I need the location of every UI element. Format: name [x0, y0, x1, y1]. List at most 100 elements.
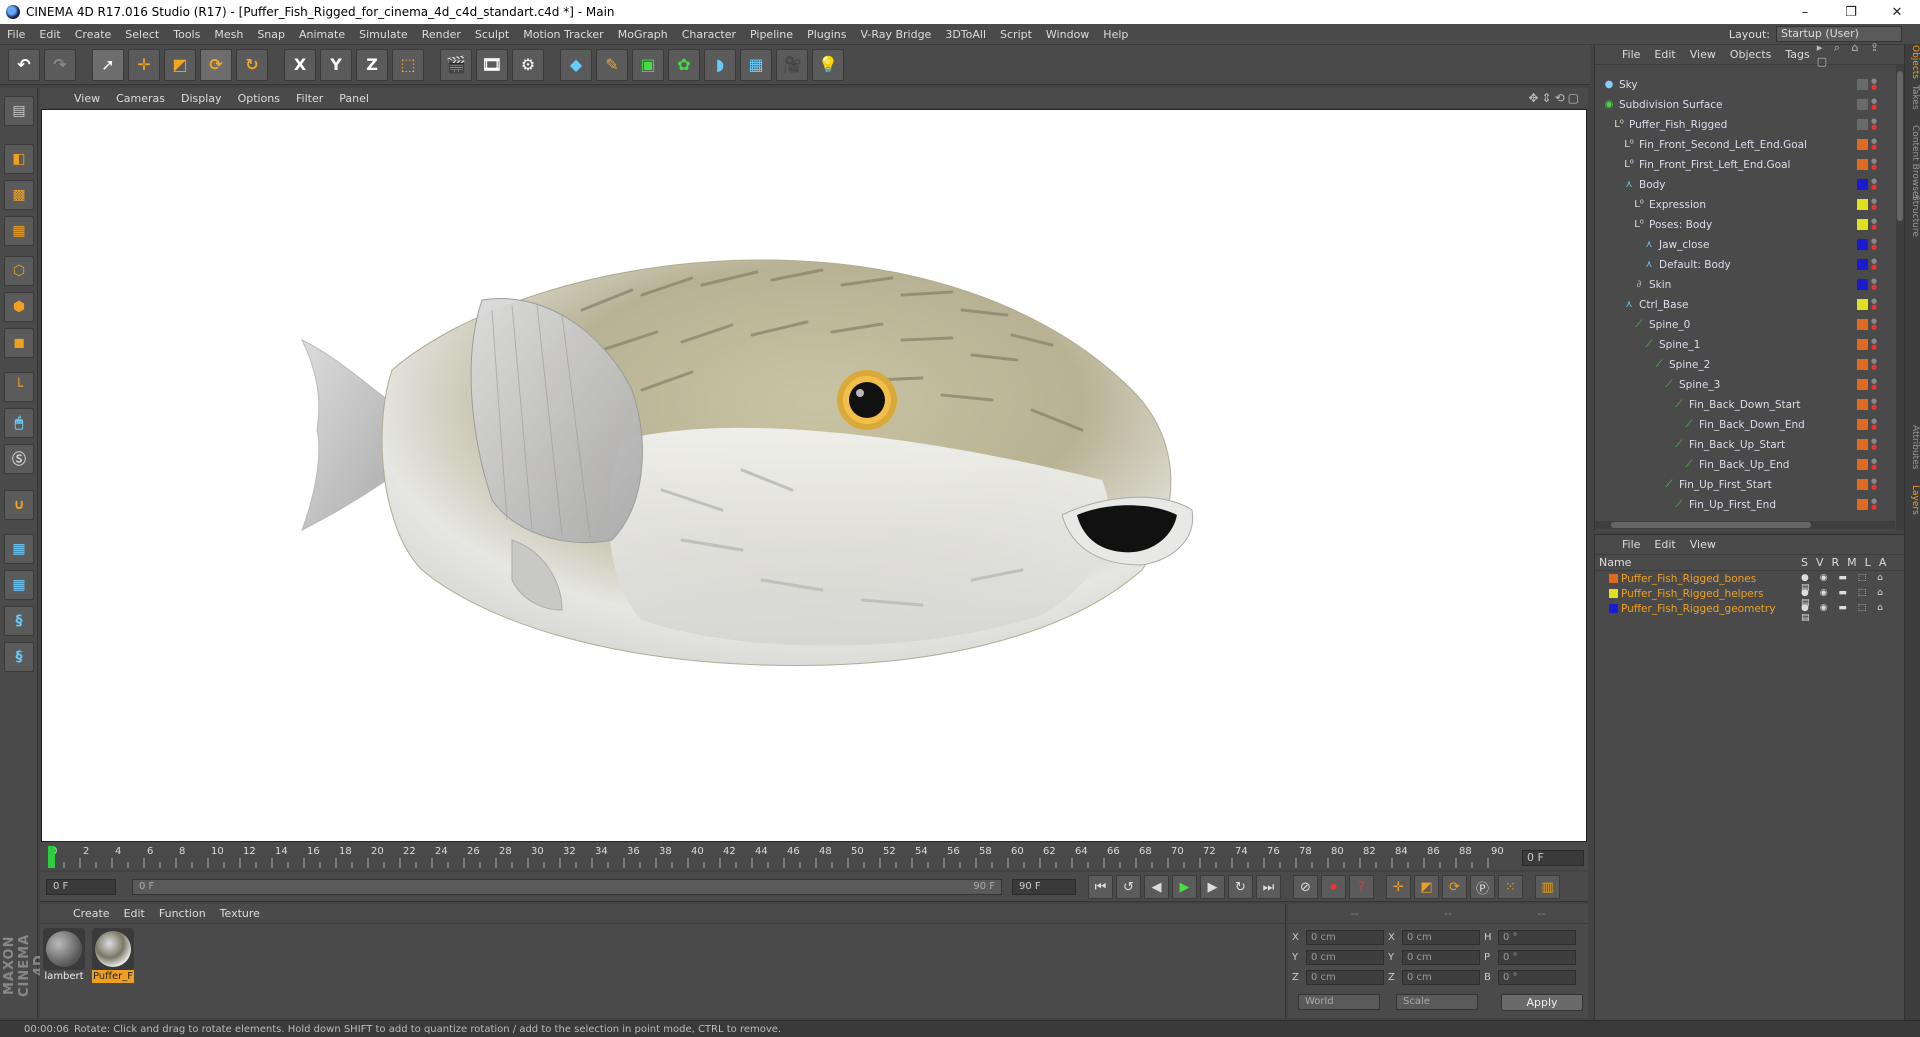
layer-color-swatch[interactable]	[1609, 604, 1618, 613]
menu-character[interactable]: Character	[675, 28, 743, 41]
object-row[interactable]: L⁰ Puffer_Fish_Rigged ● ●	[1595, 115, 1905, 135]
tab-attributes[interactable]: Attributes	[1906, 425, 1920, 469]
floor-icon[interactable]: ▦	[740, 48, 772, 81]
menu-pipeline[interactable]: Pipeline	[743, 28, 800, 41]
layer-row[interactable]: Puffer_Fish_Rigged_geometry ● ◉ ▬ ⬚ ⌂ ▤	[1595, 601, 1904, 623]
object-row[interactable]: ⟋ Spine_0 ● ●	[1595, 315, 1905, 335]
viewport-menu-view[interactable]: View	[66, 92, 108, 105]
menu-file[interactable]: File	[0, 28, 32, 41]
make-editable-icon[interactable]: ▤	[4, 96, 34, 126]
workplane-icon[interactable]: ▦	[4, 216, 34, 246]
render-settings-icon[interactable]: ⚙	[512, 48, 544, 81]
material-menu-edit[interactable]: Edit	[117, 907, 152, 920]
rotation-value-field[interactable]: 0 °	[1498, 950, 1576, 965]
polygons-mode-icon[interactable]: ◼	[4, 328, 34, 358]
object-menu-objects[interactable]: Objects	[1723, 48, 1779, 61]
menu-sculpt[interactable]: Sculpt	[468, 28, 516, 41]
object-menu-tags[interactable]: Tags	[1778, 48, 1816, 61]
camera-icon[interactable]: 🎥	[776, 48, 808, 81]
layer-color-tag[interactable]	[1857, 199, 1868, 210]
menu-help[interactable]: Help	[1096, 28, 1135, 41]
object-row[interactable]: ⟋ Fin_Up_First_Start ● ●	[1595, 475, 1905, 495]
visibility-dots[interactable]: ● ●	[1871, 398, 1877, 411]
visibility-dots[interactable]: ● ●	[1871, 478, 1877, 491]
tweak-mode-icon[interactable]: 🖱	[4, 408, 34, 438]
keyframe-selection-icon[interactable]: ?	[1349, 875, 1374, 899]
scale-mode-dropdown[interactable]: Scale	[1396, 994, 1478, 1010]
record-icon[interactable]: ⊘	[1293, 875, 1318, 899]
menu-mesh[interactable]: Mesh	[207, 28, 250, 41]
next-frame-icon[interactable]: ▶	[1200, 875, 1225, 899]
menu-create[interactable]: Create	[68, 28, 119, 41]
rotation-value-field[interactable]: 0 °	[1498, 970, 1576, 985]
object-row[interactable]: ◉ Subdivision Surface ● ●	[1595, 95, 1905, 115]
layer-color-tag[interactable]	[1857, 219, 1868, 230]
menu-plugins[interactable]: Plugins	[800, 28, 853, 41]
visibility-dots[interactable]: ● ●	[1871, 458, 1877, 471]
object-manager-tool-icons[interactable]: ▸ ⌕ ⌂ ⇪ ▢	[1817, 41, 1904, 68]
position-value-field[interactable]: 0 cm	[1306, 930, 1384, 945]
menu-select[interactable]: Select	[118, 28, 166, 41]
visibility-dots[interactable]: ● ●	[1871, 358, 1877, 371]
menu-script[interactable]: Script	[993, 28, 1039, 41]
viewport-menu-filter[interactable]: Filter	[288, 92, 331, 105]
undo-icon[interactable]: ↶	[8, 48, 40, 81]
object-menu-edit[interactable]: Edit	[1647, 48, 1682, 61]
key-rotation-icon[interactable]: ⟳	[1442, 875, 1467, 899]
object-row[interactable]: ⋏ Jaw_close ● ●	[1595, 235, 1905, 255]
object-row[interactable]: ⟋ Spine_3 ● ●	[1595, 375, 1905, 395]
layer-col-v[interactable]: V	[1816, 556, 1824, 569]
x-axis-icon[interactable]: X	[284, 48, 316, 81]
redo-icon[interactable]: ↷	[44, 48, 76, 81]
render-picture-viewer-icon[interactable]: 🎞	[476, 48, 508, 81]
workplane-align-icon[interactable]: ▦	[4, 570, 34, 600]
size-value-field[interactable]: 0 cm	[1402, 950, 1480, 965]
menu-v-ray-bridge[interactable]: V-Ray Bridge	[853, 28, 938, 41]
object-tree-hscrollbar[interactable]	[1595, 521, 1895, 529]
close-button[interactable]: ✕	[1874, 5, 1920, 20]
visibility-dots[interactable]: ● ●	[1871, 178, 1877, 191]
visibility-dots[interactable]: ● ●	[1871, 238, 1877, 251]
autokey-icon[interactable]: ⏺	[1321, 875, 1346, 899]
layer-color-tag[interactable]	[1857, 439, 1868, 450]
menu-mograph[interactable]: MoGraph	[611, 28, 675, 41]
current-frame-field[interactable]: 0 F	[1522, 850, 1584, 866]
points-mode-icon[interactable]: ⬡	[4, 256, 34, 286]
deformer-icon[interactable]: ◗	[704, 48, 736, 81]
solo-icon[interactable]: Ⓢ	[4, 444, 34, 474]
key-pla-icon[interactable]: ⁙	[1498, 875, 1523, 899]
layer-color-tag[interactable]	[1857, 379, 1868, 390]
visibility-dots[interactable]: ● ●	[1871, 418, 1877, 431]
light-icon[interactable]: 💡	[812, 48, 844, 81]
key-parameter-icon[interactable]: Ⓟ	[1470, 875, 1495, 899]
layer-col-s[interactable]: S	[1801, 556, 1808, 569]
cube-icon[interactable]: ◆	[560, 48, 592, 81]
axis-mode-icon[interactable]: └	[4, 372, 34, 402]
rotate-icon[interactable]: ⟳	[200, 48, 232, 81]
tab-objects[interactable]: Objects	[1906, 45, 1920, 79]
next-key-icon[interactable]: ↻	[1228, 875, 1253, 899]
z-axis-icon[interactable]: Z	[356, 48, 388, 81]
visibility-dots[interactable]: ● ●	[1871, 138, 1877, 151]
playhead[interactable]	[48, 846, 55, 868]
start-frame-field[interactable]: 0 F	[46, 879, 116, 895]
layer-color-tag[interactable]	[1857, 479, 1868, 490]
tab-layers[interactable]: Layers	[1906, 485, 1920, 515]
visibility-dots[interactable]: ● ●	[1871, 78, 1877, 91]
layer-color-tag[interactable]	[1857, 359, 1868, 370]
position-value-field[interactable]: 0 cm	[1306, 950, 1384, 965]
object-row[interactable]: ⋏ Default: Body ● ●	[1595, 255, 1905, 275]
object-menu-view[interactable]: View	[1683, 48, 1723, 61]
restore-button[interactable]: ❐	[1828, 5, 1874, 20]
menu-tools[interactable]: Tools	[166, 28, 207, 41]
material-lambert[interactable]: lambert	[43, 928, 85, 983]
object-row[interactable]: ⟋ Fin_Back_Down_Start ● ●	[1595, 395, 1905, 415]
recent-tool-icon[interactable]: ↻	[236, 48, 268, 81]
layer-color-tag[interactable]	[1857, 299, 1868, 310]
end-frame-field[interactable]: 90 F	[1012, 879, 1076, 895]
layer-color-tag[interactable]	[1857, 239, 1868, 250]
3d-viewport[interactable]	[41, 109, 1587, 842]
object-row[interactable]: L⁰ Fin_Front_Second_Left_End.Goal ● ●	[1595, 135, 1905, 155]
layer-col-r[interactable]: R	[1832, 556, 1840, 569]
y-axis-icon[interactable]: Y	[320, 48, 352, 81]
